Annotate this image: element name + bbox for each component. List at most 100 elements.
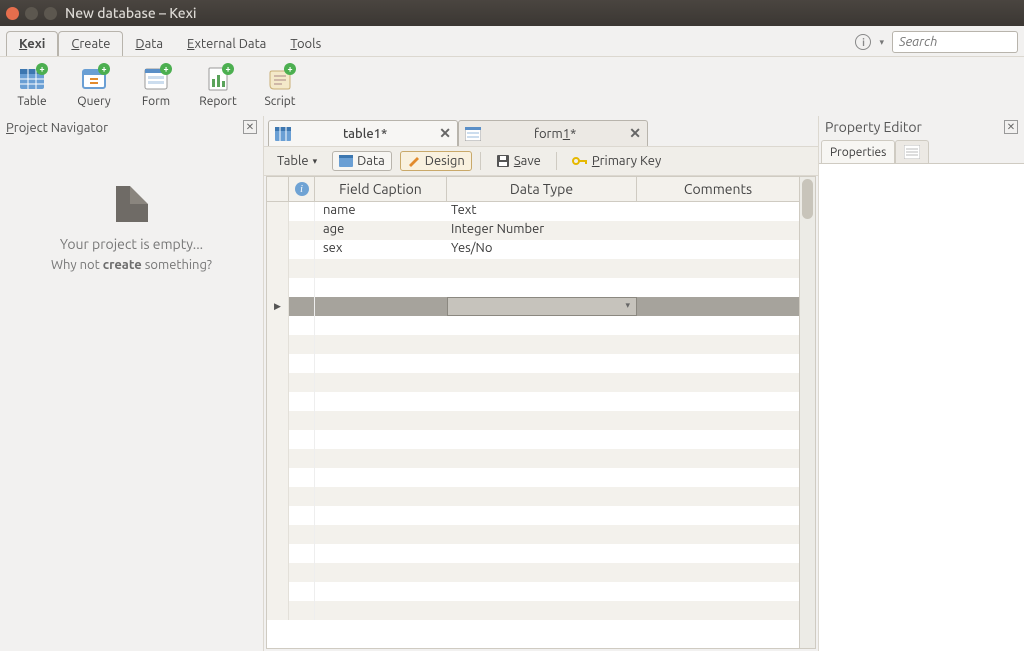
cell-field-caption[interactable] xyxy=(315,297,447,316)
cell-comments[interactable] xyxy=(637,392,799,411)
row-header[interactable] xyxy=(267,430,289,449)
chevron-down-icon[interactable]: ▾ xyxy=(879,37,884,48)
cell-comments[interactable] xyxy=(637,202,799,221)
doc-tab-table1[interactable]: table1* ✕ xyxy=(268,120,458,146)
table-row[interactable]: ageInteger Number xyxy=(267,221,799,240)
col-data-type[interactable]: Data Type xyxy=(447,177,637,201)
cell-field-caption[interactable] xyxy=(315,354,447,373)
tab-close-icon[interactable]: ✕ xyxy=(439,125,451,142)
row-header[interactable] xyxy=(267,525,289,544)
cell-comments[interactable] xyxy=(637,449,799,468)
doc-tab-form1[interactable]: form1* ✕ xyxy=(458,120,648,146)
cell-comments[interactable] xyxy=(637,601,799,620)
row-header[interactable] xyxy=(267,335,289,354)
properties-tab-secondary[interactable] xyxy=(895,140,929,163)
cell-comments[interactable] xyxy=(637,335,799,354)
row-header[interactable] xyxy=(267,487,289,506)
cell-field-caption[interactable] xyxy=(315,506,447,525)
cell-comments[interactable] xyxy=(637,240,799,259)
cell-field-caption[interactable] xyxy=(315,430,447,449)
cell-field-caption[interactable] xyxy=(315,316,447,335)
cell-field-caption[interactable]: sex xyxy=(315,240,447,259)
row-header[interactable] xyxy=(267,316,289,335)
cell-comments[interactable] xyxy=(637,544,799,563)
window-minimize-icon[interactable] xyxy=(25,7,38,20)
cell-data-type[interactable] xyxy=(447,297,637,316)
row-header[interactable] xyxy=(267,392,289,411)
col-comments[interactable]: Comments xyxy=(637,177,799,201)
table-row[interactable] xyxy=(267,430,799,449)
cell-field-caption[interactable] xyxy=(315,525,447,544)
cell-field-caption[interactable] xyxy=(315,411,447,430)
row-header[interactable] xyxy=(267,601,289,620)
cell-field-caption[interactable] xyxy=(315,392,447,411)
table-row[interactable]: nameText xyxy=(267,202,799,221)
row-header[interactable] xyxy=(267,297,289,316)
table-row[interactable] xyxy=(267,544,799,563)
menu-tab-create[interactable]: Create xyxy=(58,31,123,56)
cell-field-caption[interactable] xyxy=(315,563,447,582)
table-row[interactable] xyxy=(267,525,799,544)
table-row[interactable]: sexYes/No xyxy=(267,240,799,259)
toolbar-table-button[interactable]: + Table xyxy=(10,65,54,108)
info-icon[interactable]: i xyxy=(855,34,871,50)
cell-field-caption[interactable] xyxy=(315,335,447,354)
cell-data-type[interactable] xyxy=(447,316,637,335)
table-row[interactable] xyxy=(267,373,799,392)
table-row[interactable] xyxy=(267,259,799,278)
cell-data-type[interactable]: Text xyxy=(447,202,637,221)
cell-comments[interactable] xyxy=(637,411,799,430)
data-view-button[interactable]: Data xyxy=(332,151,392,171)
row-header[interactable] xyxy=(267,563,289,582)
cell-comments[interactable] xyxy=(637,259,799,278)
cell-data-type[interactable]: Yes/No xyxy=(447,240,637,259)
cell-data-type[interactable] xyxy=(447,601,637,620)
menu-tab-data[interactable]: Data xyxy=(123,32,175,56)
cell-data-type[interactable] xyxy=(447,487,637,506)
cell-comments[interactable] xyxy=(637,297,799,316)
cell-data-type[interactable] xyxy=(447,468,637,487)
table-designer-grid[interactable]: i Field Caption Data Type Comments nameT… xyxy=(266,176,816,649)
table-row[interactable] xyxy=(267,506,799,525)
cell-field-caption[interactable] xyxy=(315,278,447,297)
cell-field-caption[interactable] xyxy=(315,449,447,468)
cell-comments[interactable] xyxy=(637,487,799,506)
cell-field-caption[interactable] xyxy=(315,259,447,278)
row-header[interactable] xyxy=(267,240,289,259)
cell-data-type[interactable] xyxy=(447,335,637,354)
cell-data-type[interactable] xyxy=(447,430,637,449)
cell-comments[interactable] xyxy=(637,468,799,487)
cell-comments[interactable] xyxy=(637,582,799,601)
vertical-scrollbar[interactable] xyxy=(799,177,815,648)
navigator-close-button[interactable]: ✕ xyxy=(243,120,257,134)
cell-data-type[interactable] xyxy=(447,563,637,582)
table-row[interactable] xyxy=(267,487,799,506)
col-field-caption[interactable]: Field Caption xyxy=(315,177,447,201)
row-header[interactable] xyxy=(267,221,289,240)
cell-data-type[interactable] xyxy=(447,525,637,544)
toolbar-script-button[interactable]: + Script xyxy=(258,65,302,108)
cell-comments[interactable] xyxy=(637,373,799,392)
cell-comments[interactable] xyxy=(637,354,799,373)
table-row[interactable] xyxy=(267,316,799,335)
row-header[interactable] xyxy=(267,259,289,278)
toolbar-report-button[interactable]: + Report xyxy=(196,65,240,108)
row-header[interactable] xyxy=(267,506,289,525)
table-row[interactable] xyxy=(267,335,799,354)
table-row[interactable] xyxy=(267,411,799,430)
cell-comments[interactable] xyxy=(637,278,799,297)
table-row[interactable] xyxy=(267,468,799,487)
cell-data-type[interactable] xyxy=(447,259,637,278)
cell-field-caption[interactable] xyxy=(315,544,447,563)
toolbar-query-button[interactable]: + Query xyxy=(72,65,116,108)
table-row[interactable] xyxy=(267,601,799,620)
cell-comments[interactable] xyxy=(637,430,799,449)
cell-data-type[interactable] xyxy=(447,582,637,601)
cell-field-caption[interactable] xyxy=(315,582,447,601)
design-view-button[interactable]: Design xyxy=(400,151,472,171)
cell-comments[interactable] xyxy=(637,563,799,582)
cell-field-caption[interactable] xyxy=(315,487,447,506)
row-header[interactable] xyxy=(267,468,289,487)
table-row[interactable] xyxy=(267,582,799,601)
properties-tab[interactable]: Properties xyxy=(821,140,895,163)
